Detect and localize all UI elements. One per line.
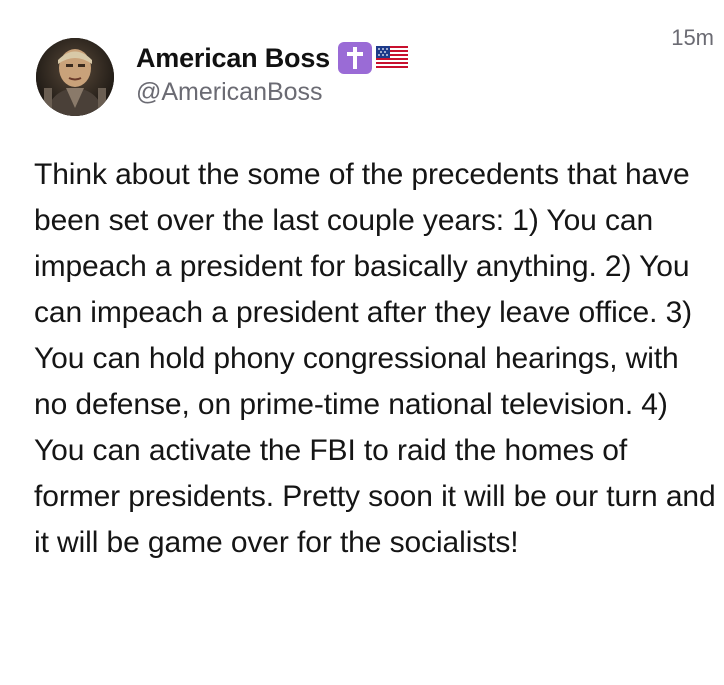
author-display-name[interactable]: American Boss [136, 43, 330, 74]
latin-cross-icon [337, 42, 372, 74]
post-body-text: Think about the some of the precedents t… [34, 158, 716, 559]
post-header: American Boss @AmericanBoss [36, 38, 716, 118]
post-timestamp[interactable]: 15m [671, 25, 714, 51]
author-avatar[interactable] [36, 38, 114, 116]
us-flag-icon [375, 46, 408, 70]
avatar-photo-icon [36, 38, 114, 116]
post-card: American Boss @AmericanBoss 15m Think ab… [0, 0, 724, 685]
author-name-row[interactable]: American Boss [136, 38, 408, 78]
author-handle[interactable]: @AmericanBoss [136, 78, 323, 107]
